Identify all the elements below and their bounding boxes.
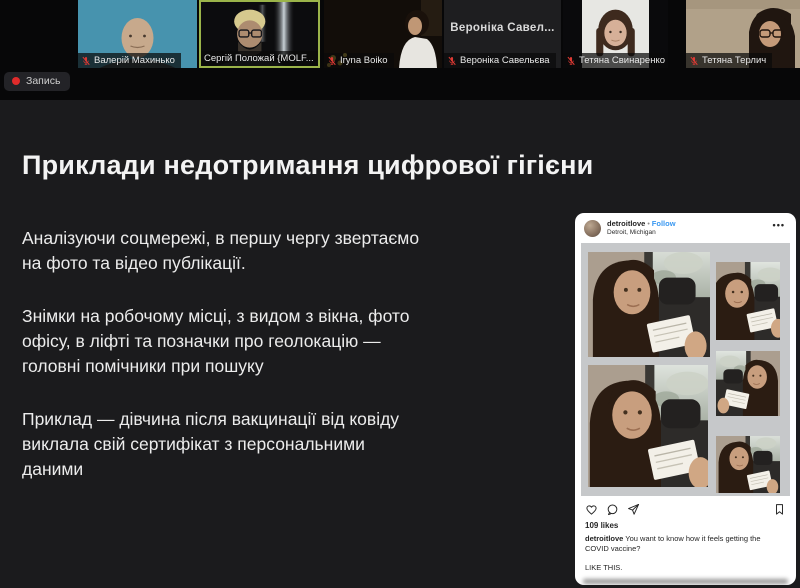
follow-button[interactable]: Follow [652, 219, 676, 228]
participant-tile-veronika[interactable]: Вероніка Савел... Вероніка Савельєва [444, 0, 561, 68]
participant-name-bar: Валерій Махинько [78, 53, 181, 68]
instagram-post: detroitlove • Follow Detroit, Michigan ••• [575, 213, 796, 585]
participant-tile-iryna[interactable]: Iryna Boiko [324, 0, 442, 68]
post-action-bar [575, 496, 796, 520]
participant-name: Тетяна Свинаренко [579, 55, 666, 66]
participant-name: Валерій Махинько [94, 55, 175, 66]
recording-indicator[interactable]: Запись [4, 72, 71, 91]
participant-name: Вероніка Савельєва [460, 55, 550, 66]
zoom-meeting-screen: Валерій Махинько Сергій Положай {MOLF... [0, 0, 800, 588]
participant-tile-valerii[interactable]: Валерій Махинько [78, 0, 197, 68]
collage-photo [588, 251, 711, 357]
slide-paragraph: Аналізуючи соцмережі, в першу чергу звер… [22, 228, 420, 273]
participant-tile-tetiana-s[interactable]: Тетяна Свинаренко [563, 0, 668, 68]
collage-photo [715, 261, 780, 341]
caption-line2: LIKE THIS. [585, 563, 623, 573]
mic-off-icon [690, 56, 698, 65]
mic-off-icon [567, 56, 575, 65]
post-header-text: detroitlove • Follow Detroit, Michigan [607, 219, 767, 238]
bookmark-icon[interactable] [773, 503, 786, 516]
collage-photo [715, 350, 780, 416]
post-caption: detroitlove You want to know how it feel… [575, 530, 796, 556]
more-options-icon[interactable]: ••• [773, 220, 787, 236]
participant-name: Тетяна Терлич [702, 55, 767, 66]
participant-name-bar: Тетяна Свинаренко [563, 53, 668, 68]
post-username[interactable]: detroitlove [607, 219, 645, 228]
mic-off-icon [328, 56, 336, 65]
participant-strip: Валерій Махинько Сергій Положай {MOLF... [0, 0, 800, 68]
avatar[interactable] [584, 219, 601, 237]
collage-photo [715, 435, 780, 494]
slide-paragraph: Приклад — дівчина після вакцинації від к… [22, 409, 400, 479]
share-plane-icon[interactable] [627, 503, 640, 516]
dot-separator: • [647, 221, 650, 228]
comment-icon[interactable] [606, 503, 619, 516]
mic-off-icon [448, 56, 456, 65]
participant-tile-tetiana-t[interactable]: Тетяна Терлич [686, 0, 800, 68]
participant-name-bar: Вероніка Савельєва [444, 53, 556, 68]
recording-label: Запись [26, 75, 61, 87]
participant-name-bar: Тетяна Терлич [686, 53, 773, 68]
participant-overlay-name: Вероніка Савел... [450, 21, 555, 34]
participant-name: Iryna Boiko [340, 55, 388, 66]
participant-tile-serhii[interactable]: Сергій Положай {MOLF... [199, 0, 320, 68]
collage-photo [588, 365, 709, 488]
slide-body: Аналізуючи соцмережі, в першу чергу звер… [22, 226, 502, 510]
likes-count[interactable]: 109 likes [575, 520, 796, 530]
mic-off-icon [82, 56, 90, 65]
slide-title: Приклади недотримання цифрової гігієни [22, 150, 594, 180]
like-heart-icon[interactable] [585, 503, 598, 516]
participant-name-bar: Сергій Положай {MOLF... [201, 51, 318, 66]
blurred-comment-strip [583, 579, 788, 585]
participant-name-bar: Iryna Boiko [324, 53, 394, 68]
post-image-collage [581, 242, 790, 496]
presentation-slide: Приклади недотримання цифрової гігієни А… [0, 100, 800, 588]
slide-paragraph: Знімки на робочому місці, з видом з вікн… [22, 306, 410, 376]
participant-name: Сергій Положай {MOLF... [204, 53, 314, 64]
record-dot-icon [12, 77, 20, 85]
instagram-post-header: detroitlove • Follow Detroit, Michigan ••• [575, 213, 796, 243]
caption-username[interactable]: detroitlove [585, 534, 623, 543]
post-location[interactable]: Detroit, Michigan [607, 229, 767, 237]
